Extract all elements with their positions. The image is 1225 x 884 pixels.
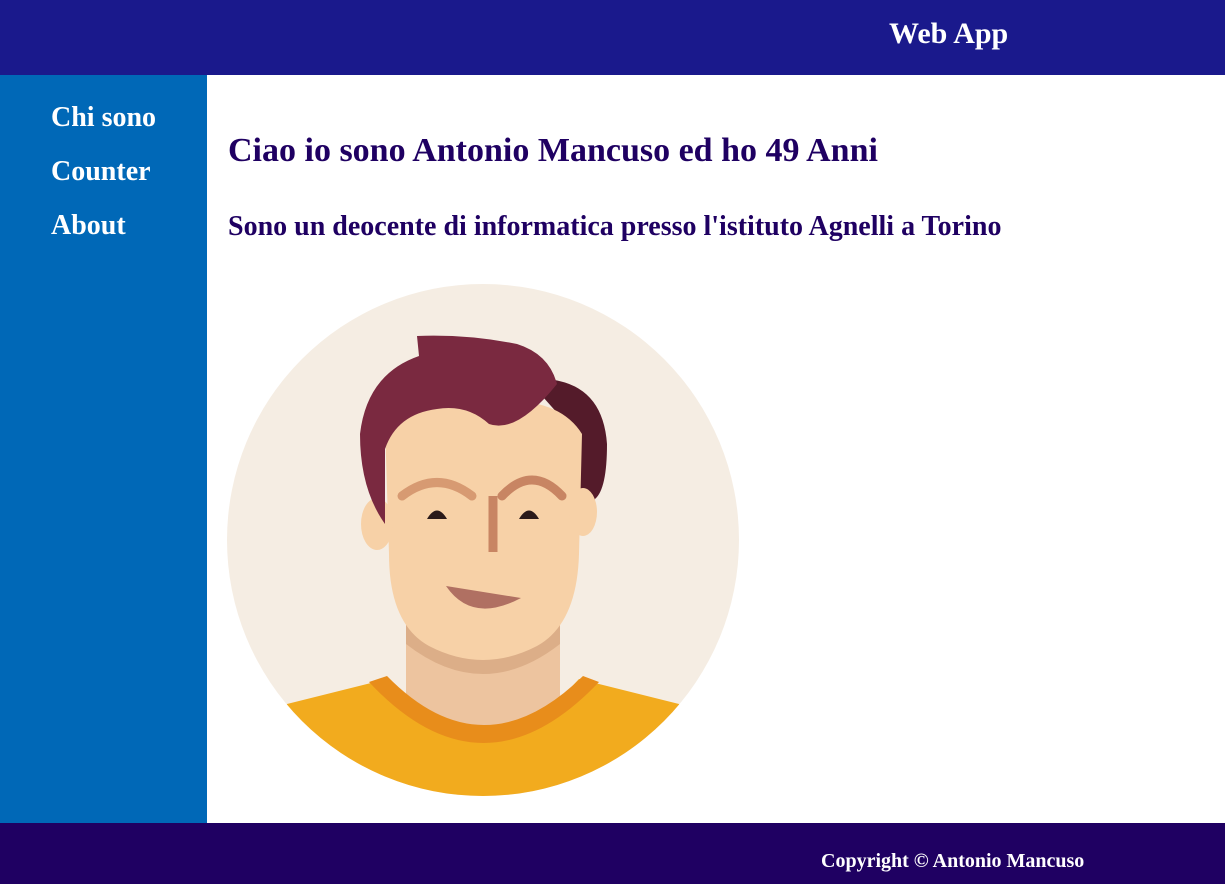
app-title: Web App [889, 17, 1009, 50]
top-header: Web App [0, 0, 1225, 75]
avatar-image [227, 284, 739, 796]
page-footer: Copyright © Antonio Mancuso [0, 823, 1225, 884]
copyright-text: Copyright © Antonio Mancuso [821, 850, 1085, 872]
sidebar-item-chi-sono[interactable]: Chi sono [51, 101, 156, 135]
sidebar-item-about[interactable]: About [51, 209, 126, 243]
page-title: Ciao io sono Antonio Mancuso ed ho 49 An… [228, 132, 878, 169]
main-content: Ciao io sono Antonio Mancuso ed ho 49 An… [207, 75, 1225, 823]
sidebar-item-counter[interactable]: Counter [51, 155, 151, 189]
page-subtitle: Sono un deocente di informatica presso l… [228, 211, 1002, 242]
sidebar-nav: Chi sono Counter About [0, 75, 207, 823]
